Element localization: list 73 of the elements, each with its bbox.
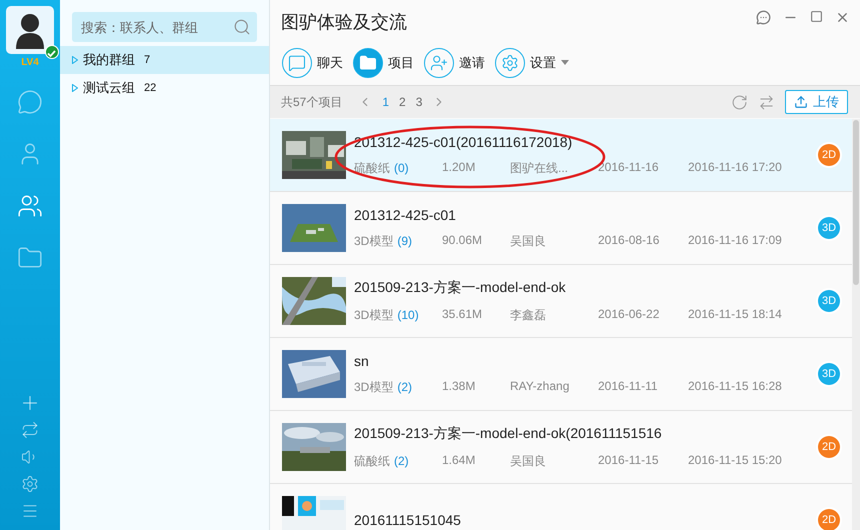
file-count: (9)	[397, 234, 412, 248]
modified-time: 2016-11-15 18:14	[688, 306, 782, 322]
avatar[interactable]	[6, 6, 54, 54]
item-count: 共57个项目	[281, 94, 342, 110]
modified-time: 2016-11-15 15:20	[688, 452, 782, 468]
swap-icon[interactable]	[758, 94, 775, 110]
created-date: 2016-08-16	[598, 232, 660, 248]
modified-time: 2016-11-16 17:09	[688, 232, 782, 248]
type-badge: 2D	[818, 509, 840, 530]
page-link[interactable]: 2	[399, 95, 406, 109]
type-badge: 3D	[818, 217, 840, 239]
upload-icon	[794, 95, 808, 109]
project-title: 20161115151045	[354, 512, 462, 528]
type-badge: 2D	[818, 144, 840, 166]
search-icon[interactable]	[233, 18, 251, 36]
owner-name: 吴国良	[510, 232, 547, 250]
close-icon[interactable]	[835, 10, 850, 25]
file-count: (10)	[397, 308, 419, 322]
modified-time: 2016-11-16 17:20	[688, 160, 782, 176]
level-label: LV4	[21, 57, 39, 68]
group-count: 22	[144, 82, 156, 94]
group-item[interactable]: 我的群组 7	[60, 46, 269, 74]
refresh-icon[interactable]	[731, 94, 748, 110]
file-size: 1.38M	[442, 378, 476, 394]
expand-icon[interactable]	[72, 84, 78, 92]
file-count: (2)	[394, 454, 409, 468]
file-size: 1.20M	[442, 160, 476, 176]
toolbar-button[interactable]: 聊天	[282, 48, 343, 78]
owner-name: 图驴在线...	[510, 160, 570, 176]
group-item[interactable]: 测试云组 22	[60, 74, 269, 102]
owner-name: RAY-zhang	[510, 378, 570, 394]
page-link[interactable]: 3	[416, 95, 422, 109]
owner-name: 李鑫磊	[510, 306, 547, 324]
created-date: 2016-11-11	[598, 378, 659, 394]
window-title: 图驴体验及交流	[281, 11, 407, 34]
file-size: 35.61M	[442, 306, 484, 322]
project-type: 3D模型	[354, 234, 394, 248]
expand-icon[interactable]	[72, 56, 78, 64]
modified-time: 2016-11-15 16:28	[688, 378, 782, 394]
type-badge: 2D	[818, 436, 840, 458]
owner-name: 吴国良	[510, 452, 547, 470]
chat-icon	[288, 54, 306, 72]
toolbar-button[interactable]: 邀请	[424, 48, 485, 78]
group-name: 测试云组	[83, 79, 135, 97]
project-title: 201312-425-c01	[354, 206, 457, 222]
project-title: sn	[354, 352, 370, 368]
group-count: 7	[144, 54, 150, 66]
maximize-icon[interactable]	[810, 10, 823, 23]
caret-icon[interactable]	[561, 60, 569, 65]
type-badge: 3D	[818, 290, 840, 312]
toolbar-button[interactable]: 项目	[353, 48, 414, 78]
type-badge: 3D	[818, 363, 840, 385]
file-count: (2)	[397, 380, 412, 394]
project-title: 201509-213-方案一-model-end-ok(201611151516	[354, 424, 663, 442]
file-size: 90.06M	[442, 232, 484, 248]
settings-icon	[501, 54, 519, 72]
created-date: 2016-11-16	[598, 160, 660, 176]
toolbar-button[interactable]: 设置	[495, 48, 569, 78]
folder-icon	[359, 54, 377, 72]
file-size: 1.64M	[442, 452, 476, 468]
search-field[interactable]: 搜索：联系人、群组	[72, 12, 257, 42]
add-user-icon	[430, 54, 448, 72]
scrollbar[interactable]	[853, 120, 859, 285]
created-date: 2016-11-15	[598, 452, 660, 468]
file-count: (0)	[394, 160, 409, 174]
group-name: 我的群组	[83, 51, 135, 69]
project-title: 201312-425-c01(20161116172018)	[354, 134, 574, 150]
created-date: 2016-06-22	[598, 306, 660, 322]
feedback-icon[interactable]	[756, 10, 771, 25]
project-type: 硫酸纸	[354, 454, 390, 468]
project-type: 3D模型	[354, 308, 394, 322]
project-type: 3D模型	[354, 380, 394, 394]
project-title: 201509-213-方案一-model-end-ok	[354, 278, 567, 296]
